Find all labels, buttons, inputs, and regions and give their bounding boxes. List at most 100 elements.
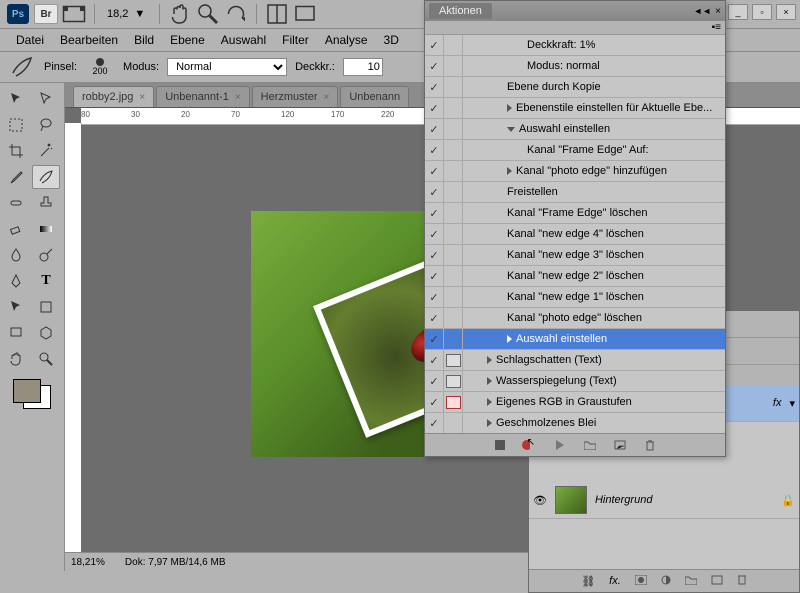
chevron-right-icon[interactable] — [507, 104, 512, 112]
action-row[interactable]: ✓Kanal "new edge 2" löschen — [425, 266, 725, 287]
minimize-icon[interactable]: _ — [728, 4, 748, 20]
brush-tool[interactable] — [32, 165, 60, 189]
action-row[interactable]: ✓Kanal "photo edge" hinzufügen — [425, 161, 725, 182]
chevron-down-icon[interactable] — [507, 127, 515, 132]
action-enable-check[interactable]: ✓ — [425, 161, 444, 181]
action-dialog-toggle[interactable] — [444, 56, 463, 76]
status-zoom[interactable]: 18,21% — [71, 557, 105, 568]
action-dialog-toggle[interactable] — [444, 287, 463, 307]
layer-background[interactable]: 👁 Hintergrund 🔒 — [529, 482, 799, 519]
menu-bild[interactable]: Bild — [126, 33, 162, 47]
menu-auswahl[interactable]: Auswahl — [213, 33, 274, 47]
action-dialog-toggle[interactable] — [444, 329, 463, 349]
action-dialog-toggle[interactable] — [444, 77, 463, 97]
link-icon[interactable]: ⛓ — [581, 575, 595, 588]
action-row[interactable]: ✓Kanal "new edge 1" löschen — [425, 287, 725, 308]
menu-analyse[interactable]: Analyse — [317, 33, 376, 47]
new-action-button[interactable] — [612, 438, 628, 452]
chevron-right-icon[interactable] — [487, 419, 492, 427]
action-enable-check[interactable]: ✓ — [425, 35, 444, 55]
record-button[interactable]: ↖ — [522, 438, 538, 452]
trash-icon[interactable] — [737, 574, 747, 588]
action-dialog-toggle[interactable] — [444, 182, 463, 202]
marquee-tool[interactable] — [2, 113, 30, 137]
action-row[interactable]: ✓Kanal "new edge 4" löschen — [425, 224, 725, 245]
chevron-right-icon[interactable] — [507, 335, 512, 343]
action-row[interactable]: ✓Ebene durch Kopie — [425, 77, 725, 98]
action-dialog-toggle[interactable] — [444, 266, 463, 286]
action-enable-check[interactable]: ✓ — [425, 266, 444, 286]
actions-tab[interactable]: Aktionen — [429, 3, 492, 19]
action-enable-check[interactable]: ✓ — [425, 245, 444, 265]
action-dialog-toggle[interactable] — [444, 413, 463, 433]
action-row[interactable]: ✓Freistellen — [425, 182, 725, 203]
wand-tool[interactable] — [32, 139, 60, 163]
menu-bearbeiten[interactable]: Bearbeiten — [52, 33, 126, 47]
hand-tool-icon[interactable] — [167, 2, 193, 26]
restore-icon[interactable]: ▫ — [752, 4, 772, 20]
action-dialog-toggle[interactable] — [444, 371, 463, 391]
action-row[interactable]: ✓Wasserspiegelung (Text) — [425, 371, 725, 392]
new-set-button[interactable] — [582, 438, 598, 452]
action-enable-check[interactable]: ✓ — [425, 371, 444, 391]
screen-mode-icon[interactable] — [292, 2, 318, 26]
folder-icon[interactable] — [685, 575, 697, 588]
menu-3d[interactable]: 3D — [376, 33, 407, 47]
action-row[interactable]: ✓Deckkraft: 1% — [425, 35, 725, 56]
action-dialog-toggle[interactable] — [444, 224, 463, 244]
3d-tool[interactable] — [32, 321, 60, 345]
new-layer-icon[interactable] — [711, 575, 723, 588]
action-dialog-toggle[interactable] — [444, 98, 463, 118]
panel-close-icon[interactable]: × — [715, 6, 721, 17]
gradient-tool[interactable] — [32, 217, 60, 241]
close-window-icon[interactable]: × — [776, 4, 796, 20]
lasso-tool[interactable] — [32, 113, 60, 137]
action-row[interactable]: ✓Kanal "Frame Edge" Auf: — [425, 140, 725, 161]
action-enable-check[interactable]: ✓ — [425, 392, 444, 412]
action-row[interactable]: ✓Ebenenstile einstellen für Aktuelle Ebe… — [425, 98, 725, 119]
action-dialog-toggle[interactable] — [444, 35, 463, 55]
chevron-right-icon[interactable] — [507, 167, 512, 175]
menu-ebene[interactable]: Ebene — [162, 33, 213, 47]
tab-unbenannt1[interactable]: Unbenannt-1× — [156, 86, 249, 107]
action-dialog-toggle[interactable] — [444, 203, 463, 223]
ps-logo[interactable]: Ps — [5, 2, 31, 26]
close-icon[interactable]: × — [139, 92, 145, 103]
eyedropper-tool[interactable] — [2, 165, 30, 189]
action-dialog-toggle[interactable] — [444, 392, 463, 412]
brush-preset-icon[interactable] — [9, 55, 35, 79]
trash-button[interactable] — [642, 438, 658, 452]
action-enable-check[interactable]: ✓ — [425, 77, 444, 97]
action-row[interactable]: ✓Auswahl einstellen — [425, 329, 725, 350]
zoom-tool-icon[interactable] — [195, 2, 221, 26]
fx-icon[interactable]: fx. — [609, 575, 621, 587]
chevron-right-icon[interactable] — [487, 356, 492, 364]
menu-filter[interactable]: Filter — [274, 33, 317, 47]
zoom-level[interactable]: 18,2 — [107, 8, 128, 20]
action-enable-check[interactable]: ✓ — [425, 287, 444, 307]
close-icon[interactable]: × — [324, 92, 330, 103]
action-dialog-toggle[interactable] — [444, 308, 463, 328]
action-enable-check[interactable]: ✓ — [425, 308, 444, 328]
bridge-button[interactable]: Br — [33, 2, 59, 26]
adjustment-icon[interactable] — [661, 575, 671, 588]
path-select-tool[interactable] — [2, 295, 30, 319]
action-row[interactable]: ✓Kanal "photo edge" löschen — [425, 308, 725, 329]
action-row[interactable]: ✓Auswahl einstellen — [425, 119, 725, 140]
action-enable-check[interactable]: ✓ — [425, 119, 444, 139]
healing-tool[interactable] — [2, 191, 30, 215]
action-row[interactable]: ✓Kanal "Frame Edge" löschen — [425, 203, 725, 224]
mask-icon[interactable] — [635, 575, 647, 588]
blend-mode-select[interactable]: Normal — [167, 58, 287, 76]
visibility-icon[interactable]: 👁 — [533, 494, 547, 507]
opacity-input[interactable] — [343, 58, 383, 76]
tab-herzmuster[interactable]: Herzmuster× — [252, 86, 339, 107]
arrange-docs-icon[interactable] — [264, 2, 290, 26]
action-row[interactable]: ✓Eigenes RGB in Graustufen — [425, 392, 725, 413]
type-tool[interactable]: T — [32, 269, 60, 293]
panel-collapse-icon[interactable]: ◄◄ — [693, 6, 711, 17]
zoom-dropdown-icon[interactable]: ▼ — [134, 8, 145, 20]
hand-tool[interactable] — [2, 347, 30, 371]
action-enable-check[interactable]: ✓ — [425, 140, 444, 160]
zoom-tool[interactable] — [32, 347, 60, 371]
